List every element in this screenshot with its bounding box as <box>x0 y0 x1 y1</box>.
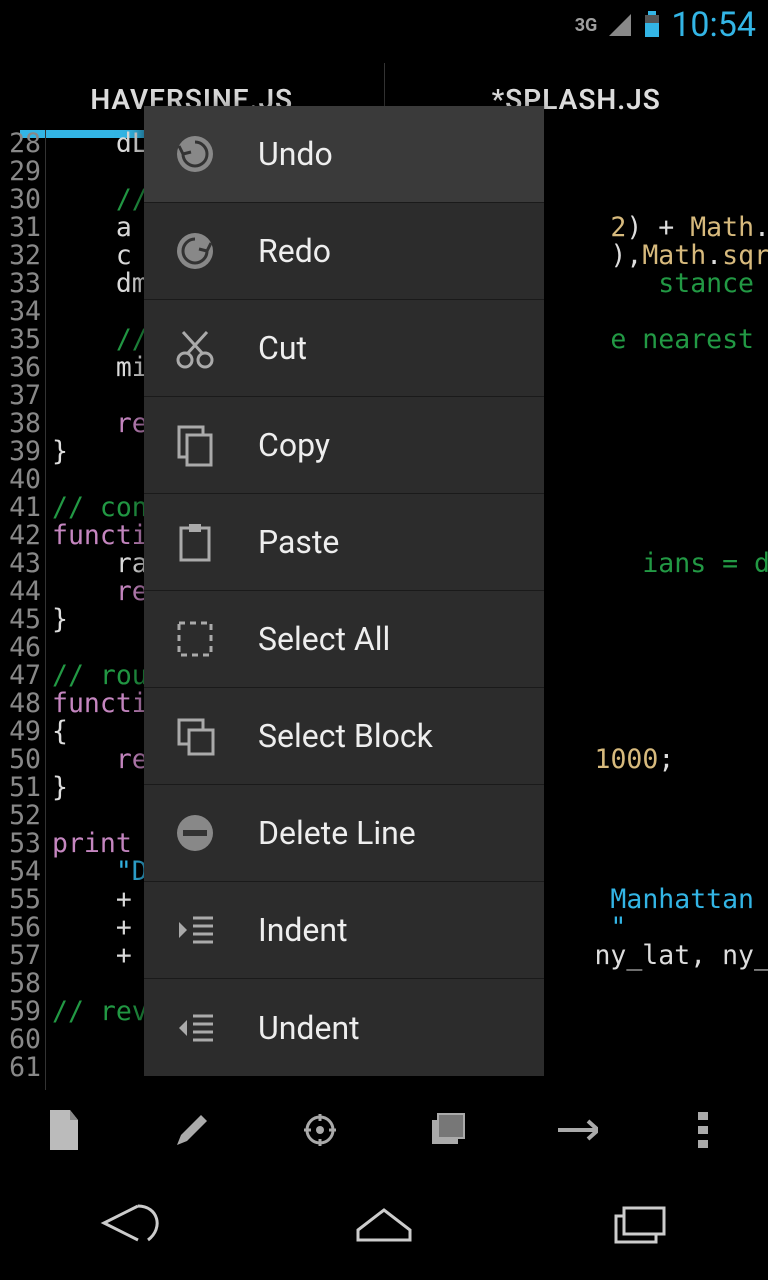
run-button[interactable] <box>546 1100 606 1160</box>
indent-icon <box>172 907 218 953</box>
battery-icon <box>643 11 661 39</box>
menu-label: Copy <box>258 426 330 464</box>
copy-icon <box>172 422 218 468</box>
undo-icon <box>172 131 218 177</box>
menu-label: Select All <box>258 620 390 658</box>
back-button[interactable] <box>88 1198 168 1252</box>
menu-label: Select Block <box>258 717 433 755</box>
menu-item-copy[interactable]: Copy <box>144 397 544 494</box>
edit-button[interactable] <box>162 1100 222 1160</box>
recents-button[interactable] <box>600 1198 680 1252</box>
context-menu: Undo Redo Cut Copy Paste Select All Select Blo… <box>144 106 544 1076</box>
toolbar <box>0 1090 768 1170</box>
more-button[interactable] <box>674 1100 734 1160</box>
menu-label: Paste <box>258 523 339 561</box>
network-3g-icon: 3G <box>575 15 598 36</box>
menu-item-redo[interactable]: Redo <box>144 203 544 300</box>
paste-icon <box>172 519 218 565</box>
menu-label: Delete Line <box>258 814 416 852</box>
menu-item-selectblock[interactable]: Select Block <box>144 688 544 785</box>
menu-label: Undent <box>258 1009 360 1047</box>
redo-icon <box>172 228 218 274</box>
find-button[interactable] <box>290 1100 350 1160</box>
menu-item-selectall[interactable]: Select All <box>144 591 544 688</box>
menu-label: Undo <box>258 135 333 173</box>
status-bar: 3G 10:54 <box>0 0 768 50</box>
line-gutter: 2829303132333435363738394041424344454647… <box>0 130 46 1090</box>
menu-item-cut[interactable]: Cut <box>144 300 544 397</box>
menu-item-deleteline[interactable]: Delete Line <box>144 785 544 882</box>
menu-label: Indent <box>258 911 348 949</box>
undent-icon <box>172 1005 218 1051</box>
menu-item-undent[interactable]: Undent <box>144 979 544 1076</box>
menu-item-paste[interactable]: Paste <box>144 494 544 591</box>
home-button[interactable] <box>344 1198 424 1252</box>
menu-item-undo[interactable]: Undo <box>144 106 544 203</box>
menu-item-indent[interactable]: Indent <box>144 882 544 979</box>
select-block-icon <box>172 713 218 759</box>
delete-line-icon <box>172 810 218 856</box>
menu-label: Cut <box>258 329 307 367</box>
menu-label: Redo <box>258 232 331 270</box>
select-all-icon <box>172 616 218 662</box>
signal-icon <box>607 12 633 38</box>
clock: 10:54 <box>671 5 756 45</box>
cut-icon <box>172 325 218 371</box>
tabs-button[interactable] <box>418 1100 478 1160</box>
file-button[interactable] <box>34 1100 94 1160</box>
nav-bar <box>0 1170 768 1280</box>
